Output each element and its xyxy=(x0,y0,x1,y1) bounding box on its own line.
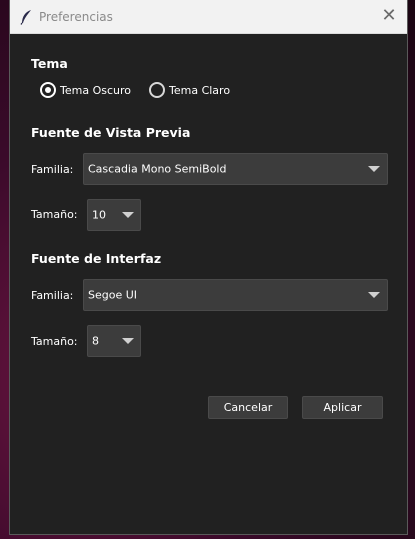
radio-unchecked-icon[interactable] xyxy=(149,82,165,98)
preview-size-label: Tamaño: xyxy=(31,208,78,221)
preview-size-value: 10 xyxy=(92,208,106,222)
preview-family-label: Familia: xyxy=(31,163,74,176)
preview-family-value: Cascadia Mono SemiBold xyxy=(88,162,227,176)
chevron-down-icon[interactable] xyxy=(368,292,380,298)
radio-light-theme[interactable]: Tema Claro xyxy=(149,82,230,98)
radio-light-theme-label: Tema Claro xyxy=(169,83,231,97)
radio-dark-theme[interactable]: Tema Oscuro xyxy=(40,82,131,98)
ui-size-value: 8 xyxy=(92,334,99,348)
feather-icon xyxy=(19,9,33,25)
cancel-button[interactable]: Cancelar xyxy=(208,396,288,419)
preview-font-heading: Fuente de Vista Previa xyxy=(31,125,191,140)
chevron-down-icon[interactable] xyxy=(122,338,134,344)
window-title: Preferencias xyxy=(39,10,113,24)
close-icon[interactable]: ✕ xyxy=(377,4,401,28)
theme-heading: Tema xyxy=(31,56,68,71)
ui-font-heading: Fuente de Interfaz xyxy=(31,251,162,266)
preview-family-select[interactable]: Cascadia Mono SemiBold xyxy=(83,153,388,185)
ui-size-label: Tamaño: xyxy=(31,335,78,348)
preferences-window: Preferencias ✕ Tema Tema Oscuro Tema Cla… xyxy=(9,0,408,535)
ui-family-label: Familia: xyxy=(31,289,74,302)
radio-dark-theme-label: Tema Oscuro xyxy=(60,83,131,97)
ui-size-select[interactable]: 8 xyxy=(87,325,141,357)
ui-family-value: Segoe UI xyxy=(88,288,138,302)
title-bar: Preferencias ✕ xyxy=(10,0,407,34)
apply-button[interactable]: Aplicar xyxy=(302,396,383,419)
radio-checked-icon[interactable] xyxy=(40,82,56,98)
ui-family-select[interactable]: Segoe UI xyxy=(83,279,388,311)
chevron-down-icon[interactable] xyxy=(122,212,134,218)
chevron-down-icon[interactable] xyxy=(368,166,380,172)
preview-size-select[interactable]: 10 xyxy=(87,199,141,231)
